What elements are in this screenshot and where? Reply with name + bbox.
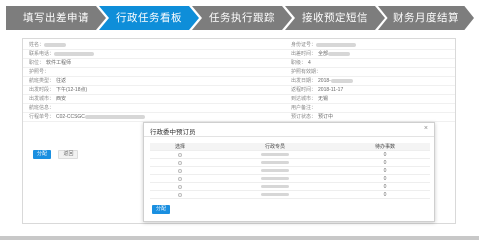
select-radio[interactable] bbox=[178, 176, 182, 181]
process-steps: 填写出差申请 行政任务看板 任务执行跟踪 接收预定短信 财务月度结算 bbox=[6, 6, 474, 30]
redacted-name bbox=[261, 185, 289, 189]
select-booker-dialog: 行政委中预订员 × 选择 行政专员 待办事数 0 0 0 0 0 0 分配 bbox=[143, 122, 435, 222]
dialog-assign-button[interactable]: 分配 bbox=[152, 205, 171, 214]
redacted-value bbox=[54, 51, 95, 56]
dialog-header: 行政委中预订员 × bbox=[144, 123, 434, 137]
table-row[interactable]: 0 bbox=[150, 159, 430, 167]
field-label: 航班信息： bbox=[29, 105, 55, 111]
field-value: 无锡 bbox=[318, 96, 329, 102]
column-header-select: 选择 bbox=[174, 144, 185, 150]
close-icon[interactable]: × bbox=[424, 125, 428, 132]
pending-count: 0 bbox=[383, 160, 387, 166]
field-value: 全部 bbox=[318, 51, 329, 57]
select-radio[interactable] bbox=[178, 184, 182, 189]
field-value: 西安 bbox=[56, 96, 67, 102]
redacted-value bbox=[316, 42, 357, 47]
field-label: 用户备注： bbox=[291, 105, 317, 111]
field-value: 2018- bbox=[318, 78, 331, 84]
pending-count: 0 bbox=[383, 192, 387, 198]
field-label: 姓名： bbox=[29, 42, 45, 48]
field-value: 4 bbox=[308, 60, 311, 66]
form-row: 出发城市： 西安 到达城市： 无锡 bbox=[23, 95, 455, 104]
field-label: 身份证号： bbox=[291, 42, 317, 48]
form-row: 航班信息： 用户备注： bbox=[23, 104, 455, 113]
step-receive-sms[interactable]: 接收预定短信 bbox=[285, 6, 385, 30]
pending-count: 0 bbox=[383, 152, 387, 158]
field-label: 航班类型： bbox=[29, 78, 55, 84]
step-task-tracking[interactable]: 任务执行跟踪 bbox=[192, 6, 292, 30]
assign-button[interactable]: 分配 bbox=[33, 150, 52, 159]
field-value: 下午(12-18点) bbox=[56, 87, 88, 93]
form-row: 职位： 软件工程师 职级： 4 bbox=[23, 59, 455, 68]
field-label: 护照有效期： bbox=[291, 69, 322, 75]
step-fill-application[interactable]: 填写出差申请 bbox=[6, 6, 106, 30]
table-row[interactable]: 0 bbox=[150, 191, 430, 199]
field-label: 护照号： bbox=[29, 69, 50, 75]
field-label: 行程单号： bbox=[29, 114, 55, 120]
table-header-row: 选择 行政专员 待办事数 bbox=[150, 143, 430, 151]
form-row: 行程单号： C02-CCSGC 预订状态： 预订中 bbox=[23, 113, 455, 122]
redacted-value bbox=[44, 42, 67, 47]
redacted-value bbox=[328, 51, 351, 56]
bottom-strip bbox=[0, 236, 479, 240]
field-label: 出发日期： bbox=[291, 78, 317, 84]
field-value: 软件工程师 bbox=[46, 60, 72, 66]
select-radio[interactable] bbox=[178, 152, 182, 157]
column-header-pending: 待办事数 bbox=[374, 144, 395, 150]
redacted-name bbox=[261, 193, 289, 197]
form-row: 航班类型： 往返 出发日期： 2018- bbox=[23, 77, 455, 86]
field-label: 出发时段： bbox=[29, 87, 55, 93]
select-radio[interactable] bbox=[178, 160, 182, 165]
table-row[interactable]: 0 bbox=[150, 151, 430, 159]
booker-table: 选择 行政专员 待办事数 0 0 0 0 0 0 bbox=[150, 143, 430, 199]
form-row: 联系电话： 出差时间： 全部 bbox=[23, 50, 455, 59]
redacted-name bbox=[261, 153, 289, 157]
redacted-value bbox=[330, 78, 353, 83]
field-value: 2018-11-17 bbox=[318, 87, 344, 93]
pending-count: 0 bbox=[383, 176, 387, 182]
redacted-name bbox=[261, 177, 289, 181]
select-radio[interactable] bbox=[178, 168, 182, 173]
dialog-title: 行政委中预订员 bbox=[150, 129, 196, 136]
pending-count: 0 bbox=[383, 168, 387, 174]
table-row[interactable]: 0 bbox=[150, 175, 430, 183]
select-radio[interactable] bbox=[178, 192, 182, 197]
field-label: 出发城市： bbox=[29, 96, 55, 102]
back-button[interactable]: 返回 bbox=[58, 150, 79, 159]
pending-count: 0 bbox=[383, 184, 387, 190]
field-value: 预订中 bbox=[318, 114, 334, 120]
field-label: 联系电话： bbox=[29, 51, 55, 57]
field-label: 预订状态： bbox=[291, 114, 317, 120]
table-row[interactable]: 0 bbox=[150, 183, 430, 191]
form-row: 出发时段： 下午(12-18点) 返程时间： 2018-11-17 bbox=[23, 86, 455, 95]
field-value: 往返 bbox=[56, 78, 67, 84]
field-label: 到达城市： bbox=[291, 96, 317, 102]
redacted-name bbox=[261, 161, 289, 165]
step-finance-settlement[interactable]: 财务月度结算 bbox=[378, 6, 474, 30]
redacted-value bbox=[84, 114, 145, 119]
field-label: 职级： bbox=[291, 60, 307, 66]
field-label: 职位： bbox=[29, 60, 45, 66]
form-actions: 分配 返回 bbox=[33, 142, 79, 159]
field-value: C02-CCSGC bbox=[56, 114, 85, 120]
field-label: 出差时间： bbox=[291, 51, 317, 57]
redacted-name bbox=[261, 169, 289, 173]
field-label: 返程时间： bbox=[291, 87, 317, 93]
step-admin-task-board[interactable]: 行政任务看板 bbox=[99, 6, 199, 30]
table-row[interactable]: 0 bbox=[150, 167, 430, 175]
form-row: 姓名： 身份证号： bbox=[23, 41, 455, 50]
column-header-staff: 行政专员 bbox=[264, 144, 285, 150]
form-row: 护照号： 护照有效期： bbox=[23, 68, 455, 77]
